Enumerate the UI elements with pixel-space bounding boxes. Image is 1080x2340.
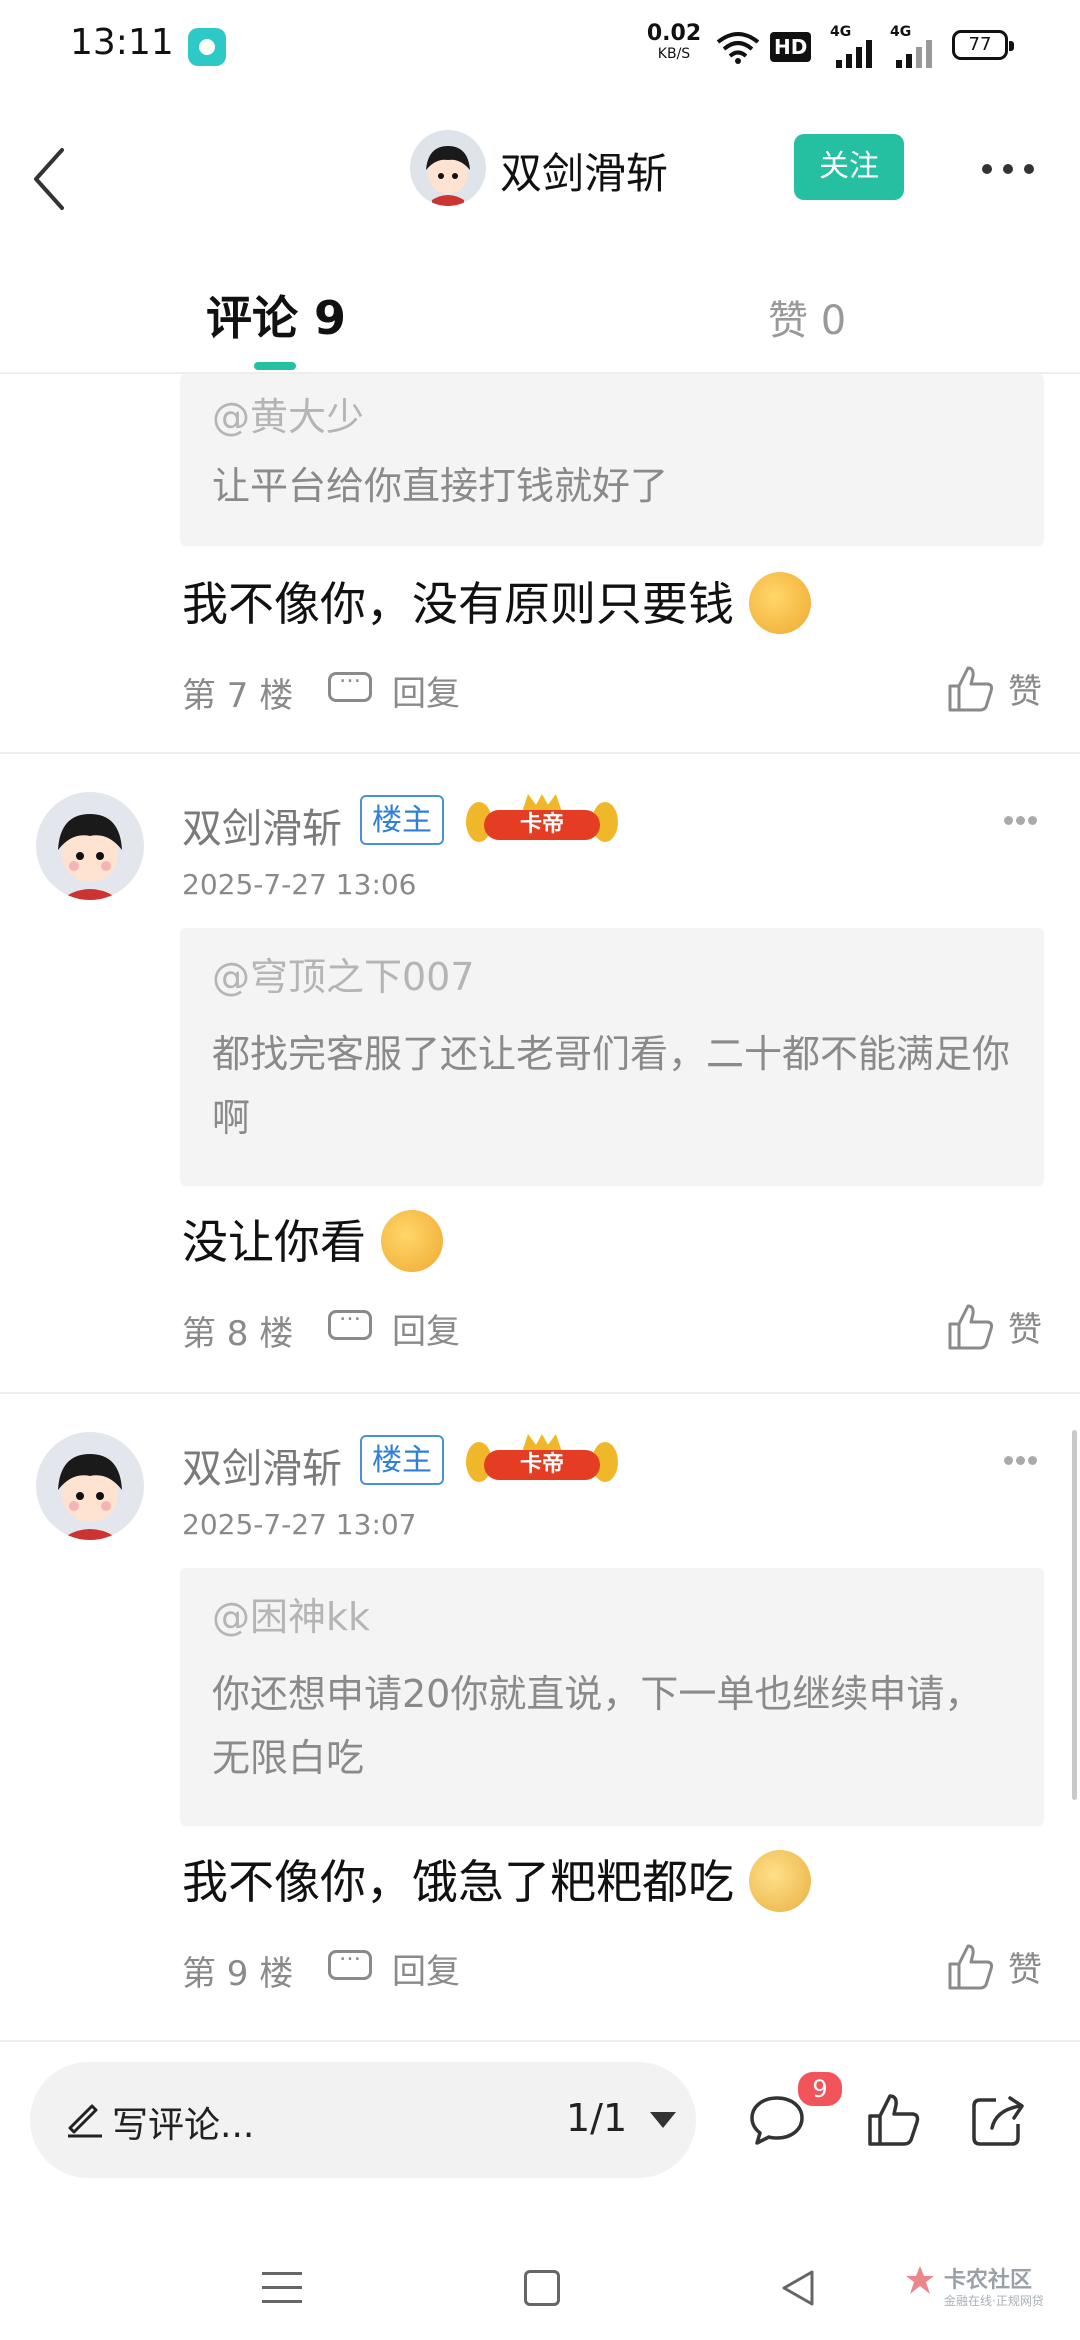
host-badge: 楼主 (360, 1435, 444, 1485)
divider (0, 1392, 1080, 1394)
pencil-icon (68, 2104, 102, 2138)
comment-text: 我不像你，没有原则只要钱 (182, 568, 811, 634)
comment-body: 没让你看 (182, 1215, 366, 1269)
level-badge-label: 卡帝 (484, 1450, 600, 1480)
chevron-down-icon[interactable] (650, 2112, 676, 2128)
watermark-logo-icon (906, 2266, 934, 2294)
floor-number: 第 8 楼 (182, 1314, 294, 1354)
reply-bubble-icon (328, 663, 372, 702)
commenter-name[interactable]: 双剑滑斩 (182, 796, 342, 854)
comment-text: 没让你看 (182, 1206, 443, 1272)
system-nav-bar: 卡农社区 金融在线·正规网贷 (0, 2240, 1080, 2340)
back-arrow-icon[interactable] (28, 144, 78, 214)
user-avatar[interactable] (410, 130, 486, 206)
comment-text: 我不像你，饿急了粑粑都吃 (182, 1846, 811, 1912)
write-comment-input[interactable]: 写评论... 1/1 (30, 2062, 696, 2178)
watermark: 卡农社区 金融在线·正规网贷 (900, 2254, 1060, 2324)
thumb-up-icon (948, 666, 994, 712)
watermark-title: 卡农社区 (944, 2268, 1033, 2293)
net-speed: 0.02 KB/S (646, 21, 702, 64)
write-comment-placeholder: 写评论... (112, 2105, 255, 2146)
recent-apps-icon[interactable] (262, 2270, 302, 2306)
comment-date: 2025-7-27 13:06 (182, 868, 417, 901)
wifi-icon (716, 32, 760, 64)
floor-number: 第 9 楼 (182, 1954, 294, 1994)
notification-app-icon (188, 28, 226, 66)
page-indicator[interactable]: 1/1 (566, 2096, 627, 2140)
reply-bubble-icon (328, 1941, 372, 1980)
comment-date: 2025-7-27 13:07 (182, 1508, 417, 1541)
comment-bubble-icon[interactable] (748, 2094, 806, 2146)
share-icon[interactable] (970, 2094, 1026, 2148)
quoted-comment: @困神kk 你还想申请20你就直说，下一单也继续申请，无限白吃 (180, 1568, 1044, 1826)
commenter-name[interactable]: 双剑滑斩 (182, 1436, 342, 1494)
like-label: 赞 (1008, 672, 1042, 712)
comment-body: 我不像你，饿急了粑粑都吃 (182, 1855, 734, 1909)
tab-bar: 评论 9 赞 0 (0, 246, 1080, 374)
divider (0, 752, 1080, 754)
reply-bubble-icon (328, 1301, 372, 1340)
commenter-avatar[interactable] (36, 1432, 144, 1540)
comment-more-icon[interactable] (1004, 816, 1038, 828)
comment-count-badge: 9 (796, 2070, 844, 2108)
follow-button[interactable]: 关注 (794, 134, 904, 200)
quoted-comment: @黄大少 让平台给你直接打钱就好了 (180, 374, 1044, 546)
like-label: 赞 (1008, 1950, 1042, 1990)
tab-likes[interactable]: 赞 0 (768, 288, 846, 346)
scrollbar[interactable] (1072, 1430, 1077, 1800)
reply-label: 回复 (392, 1312, 460, 1352)
reply-label: 回复 (392, 674, 460, 714)
like-label: 赞 (1008, 1310, 1042, 1350)
hd-icon: HD (770, 32, 812, 62)
watermark-subtitle: 金融在线·正规网贷 (944, 2294, 1044, 2308)
status-time: 13:11 (70, 22, 174, 63)
quoted-author[interactable]: @困神kk (212, 1586, 370, 1641)
top-nav-bar: 双剑滑斩 关注 (0, 96, 1080, 246)
nav-back-icon[interactable] (780, 2268, 816, 2308)
level-badge: 卡帝 (466, 1434, 618, 1488)
net-speed-value: 0.02 (646, 21, 702, 46)
status-bar: 13:11 0.02 KB/S HD 4G 4G 77 (0, 0, 1080, 96)
quoted-text: 让平台给你直接打钱就好了 (212, 464, 669, 508)
dog-emoji-icon (748, 1850, 811, 1912)
host-badge: 楼主 (360, 795, 444, 845)
emoji-icon (748, 572, 811, 634)
quoted-text: 你还想申请20你就直说，下一单也继续申请，无限白吃 (212, 1672, 983, 1780)
comment-body: 我不像你，没有原则只要钱 (182, 577, 734, 631)
header-username[interactable]: 双剑滑斩 (500, 140, 668, 201)
more-options-icon[interactable] (980, 160, 1036, 180)
quoted-author[interactable]: @穹顶之下007 (212, 946, 475, 1001)
reply-label: 回复 (392, 1952, 460, 1992)
level-badge: 卡帝 (466, 794, 618, 848)
net-speed-unit: KB/S (657, 46, 691, 62)
active-tab-indicator (254, 362, 296, 370)
commenter-avatar[interactable] (36, 792, 144, 900)
battery-icon: 77 (952, 30, 1014, 60)
quoted-text: 都找完客服了还让老哥们看，二十都不能满足你啊 (212, 1032, 1011, 1140)
thumb-up-icon (948, 1944, 994, 1990)
bottom-action-bar: 写评论... 1/1 9 (0, 2040, 1080, 2242)
thumb-up-icon (948, 1304, 994, 1350)
emoji-icon (380, 1210, 443, 1272)
level-badge-label: 卡帝 (484, 810, 600, 840)
tab-comments[interactable]: 评论 9 (206, 282, 346, 348)
quoted-author[interactable]: @黄大少 (212, 386, 364, 441)
home-icon[interactable] (524, 2270, 560, 2306)
thumb-up-icon[interactable] (866, 2092, 922, 2148)
quoted-comment: @穹顶之下007 都找完客服了还让老哥们看，二十都不能满足你啊 (180, 928, 1044, 1186)
floor-number: 第 7 楼 (182, 676, 294, 716)
comment-more-icon[interactable] (1004, 1456, 1038, 1468)
